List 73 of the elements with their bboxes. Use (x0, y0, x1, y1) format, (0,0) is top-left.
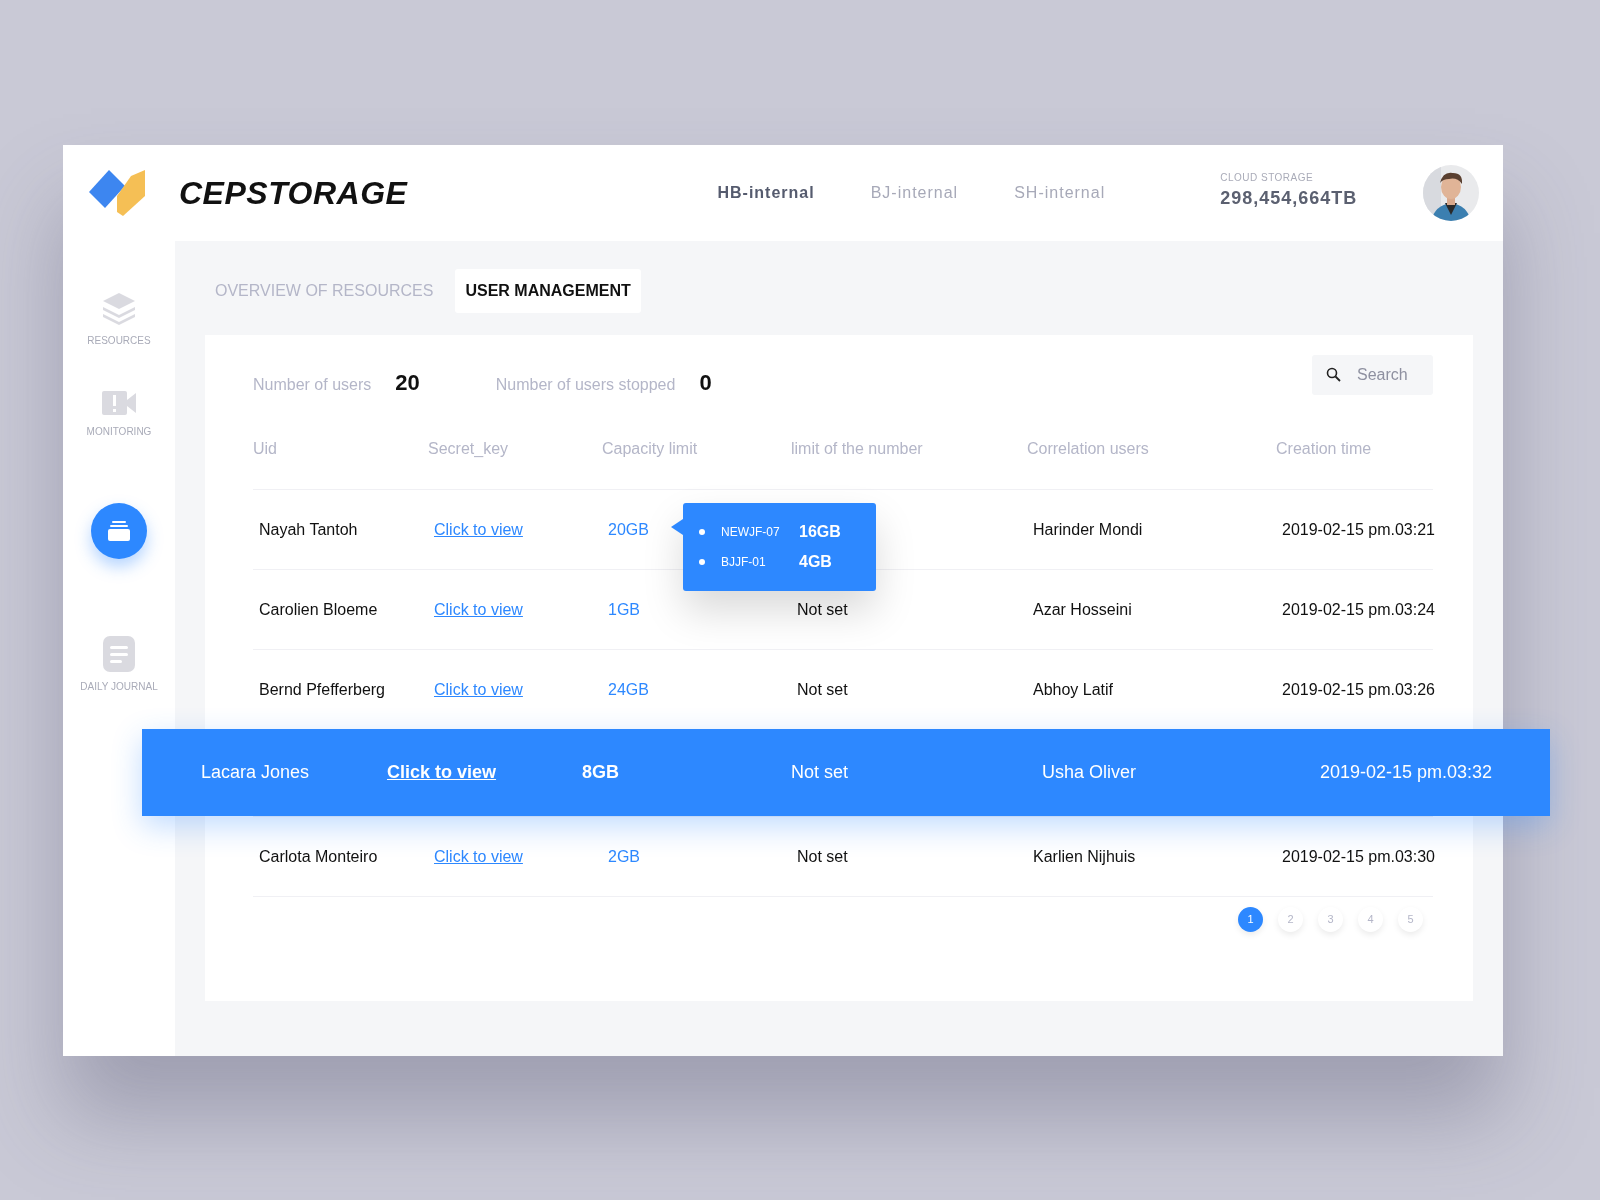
page-button[interactable]: 5 (1398, 907, 1423, 932)
table-row[interactable]: Carolien Bloeme Click to view 1GB Not set Azar Hosseini 2019-02-15 pm.03:24 (253, 569, 1433, 649)
node-name: BJJF-01 (721, 554, 767, 571)
table-cell: 2019-02-15 pm.03:32 (1320, 762, 1493, 782)
document-icon (102, 635, 136, 673)
section-tab[interactable]: USER MANAGEMENT (455, 269, 641, 313)
node-size: 4GB (799, 552, 832, 572)
table-row[interactable]: Carlota Monteiro Click to view 2GB Not set Karlien Nijhuis 2019-02-15 pm.03:30 (253, 816, 1433, 896)
brand-name: CEPSTORAGE (179, 174, 408, 213)
capacity-cell: 20GB (608, 520, 649, 538)
table-cell: Lacara Jones (201, 762, 310, 782)
camera-icon (101, 388, 137, 418)
view-key-link[interactable]: Click to view (434, 600, 523, 618)
capacity-cell: 2GB (608, 847, 640, 865)
layers-icon (101, 291, 137, 327)
table-cell: 2019-02-15 pm.03:26 (1282, 680, 1435, 698)
table-cell: Nayah Tantoh (259, 520, 358, 538)
table-cell: Not set (791, 762, 849, 782)
cluster-tab[interactable]: BJ-internal (870, 181, 959, 205)
capacity-cell: 24GB (608, 680, 649, 698)
table-row[interactable]: Nayah Tantoh Click to view 20GB NEWJF-07 16GB BJJF-01 4GB Harinder Mondi 2019-02-15 pm.03:21 (253, 489, 1433, 569)
view-key-link[interactable]: Click to view (434, 847, 523, 865)
table-cell: Azar Hosseini (1033, 600, 1132, 618)
table-cell: Usha Oliver (1042, 762, 1137, 782)
capacity-cell: 1GB (608, 600, 640, 618)
bullet-icon (699, 529, 705, 535)
selected-row[interactable]: Lacara Jones Click to view 8GB Not set Usha Oliver 2019-02-15 pm.03:32 (142, 729, 1550, 816)
table-cell: 2019-02-15 pm.03:24 (1282, 600, 1435, 618)
cluster-tab[interactable]: HB-internal (717, 181, 815, 205)
search-field[interactable]: Search (1312, 355, 1433, 395)
view-key-link[interactable]: Click to view (434, 680, 523, 698)
column-header: Correlation users (1027, 439, 1150, 459)
table-cell: Bernd Pfefferberg (259, 680, 385, 698)
view-key-link[interactable]: Click to view (434, 520, 523, 538)
node-name: NEWJF-07 (721, 524, 781, 541)
table-cell: Carlota Monteiro (259, 847, 378, 865)
sidebar-item[interactable]: RESOURCES (87, 291, 151, 348)
storage-value: 298,454,664TB (1220, 187, 1358, 210)
stat-label: Number of users (253, 375, 372, 395)
sidebar-item[interactable]: DAILY JOURNAL (80, 635, 158, 694)
stat-label: Number of users stopped (495, 375, 676, 395)
column-header: Secret_key (428, 439, 510, 459)
table-cell: Harinder Mondi (1033, 520, 1143, 538)
column-header: Capacity limit (602, 439, 699, 459)
node-size: 16GB (799, 522, 841, 542)
section-tab[interactable]: OVERVIEW OF RESOURCES (205, 269, 444, 313)
storage-nav-button[interactable] (91, 503, 147, 559)
table-cell: 2019-02-15 pm.03:21 (1282, 520, 1435, 538)
view-key-link[interactable]: Click to view (387, 762, 497, 782)
stat-value: 0 (699, 368, 712, 397)
column-header: Creation time (1276, 439, 1373, 459)
table-cell: Not set (797, 680, 848, 698)
stat-value: 20 (395, 368, 420, 397)
table-cell: Carolien Bloeme (259, 600, 378, 618)
tooltip-arrow-icon (671, 519, 683, 535)
table-cell: Karlien Nijhuis (1033, 847, 1136, 865)
column-header: Uid (253, 439, 278, 459)
storage-icon (108, 521, 130, 541)
page-button[interactable]: 3 (1318, 907, 1343, 932)
storage-label: CLOUD STORAGE (1220, 171, 1315, 185)
cluster-tab[interactable]: SH-internal (1014, 181, 1106, 205)
table-cell: Not set (797, 600, 848, 618)
page-button[interactable]: 4 (1358, 907, 1383, 932)
table-cell: Abhoy Latif (1033, 680, 1114, 698)
table-cell: Not set (797, 847, 848, 865)
page-button[interactable]: 1 (1238, 907, 1263, 932)
column-header: limit of the number (791, 439, 924, 459)
table-cell: 2019-02-15 pm.03:30 (1282, 847, 1435, 865)
logo-icon (87, 168, 147, 218)
bullet-icon (699, 559, 705, 565)
capacity-cell: 8GB (582, 762, 619, 782)
page-button[interactable]: 2 (1278, 907, 1303, 932)
sidebar-item[interactable]: MONITORING (86, 388, 152, 439)
